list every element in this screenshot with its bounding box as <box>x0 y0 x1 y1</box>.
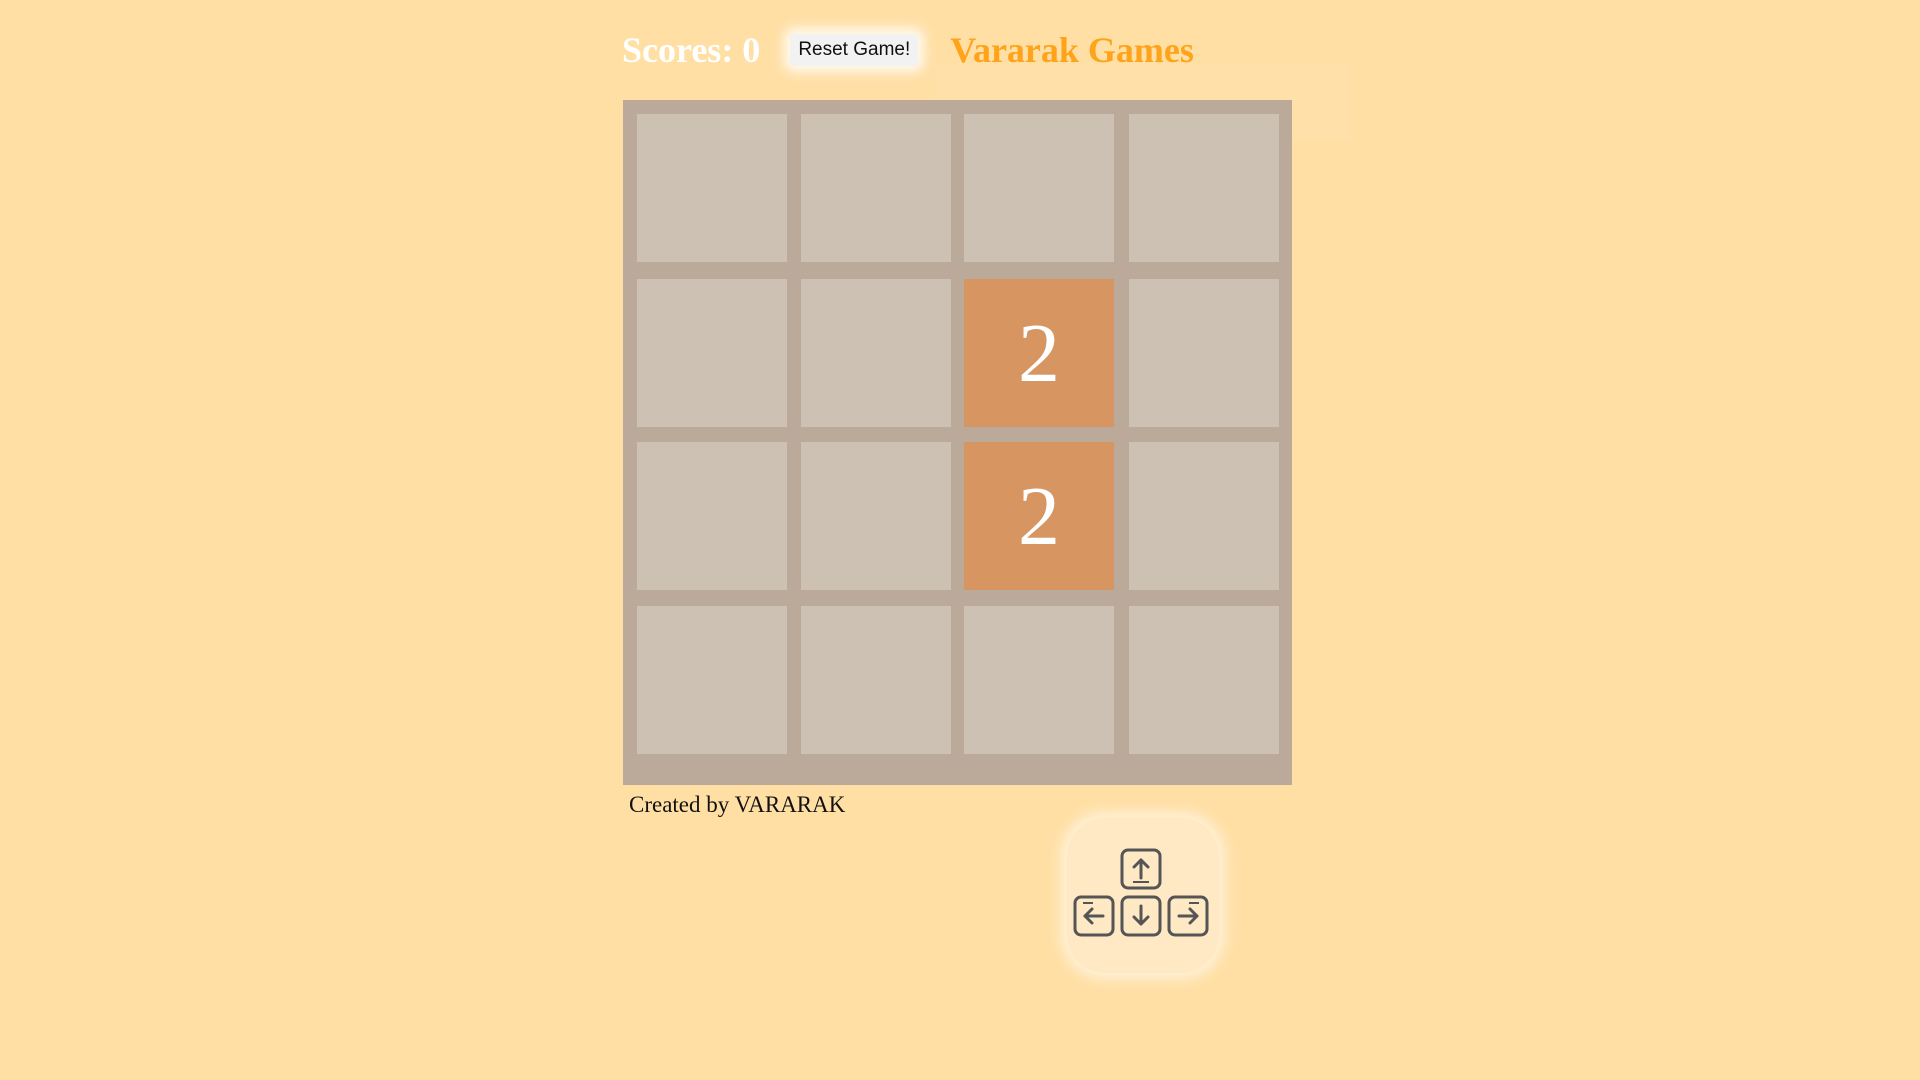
tile-r0-c0 <box>637 114 787 262</box>
game-board: 2 2 <box>623 100 1292 785</box>
tile-r2-c2: 2 <box>964 442 1114 590</box>
tile-r3-c0 <box>637 606 787 754</box>
tile-r3-c2 <box>964 606 1114 754</box>
tile-r1-c2: 2 <box>964 279 1114 427</box>
tile-r1-c1 <box>801 279 951 427</box>
arrow-left-key-icon[interactable] <box>1073 895 1115 937</box>
arrow-right-key-icon[interactable] <box>1167 895 1209 937</box>
arrow-down-key-icon[interactable] <box>1120 895 1162 937</box>
reset-game-button[interactable]: Reset Game! <box>790 34 919 66</box>
tile-r3-c3 <box>1129 606 1279 754</box>
tile-r0-c3 <box>1129 114 1279 262</box>
tile-r0-c2 <box>964 114 1114 262</box>
tile-r1-c0 <box>637 279 787 427</box>
tile-r3-c1 <box>801 606 951 754</box>
score-display: Scores: 0 <box>622 30 761 70</box>
brand-title: Vararak Games <box>950 30 1194 70</box>
arrow-up-key-icon[interactable] <box>1120 848 1162 890</box>
header: Scores: 0 Reset Game! Vararak Games <box>622 22 1194 78</box>
credit-text: Created by VARARAK <box>629 792 846 817</box>
tile-r2-c3 <box>1129 442 1279 590</box>
tile-r1-c3 <box>1129 279 1279 427</box>
arrow-keys-panel <box>1067 818 1219 973</box>
tile-r0-c1 <box>801 114 951 262</box>
tile-r2-c1 <box>801 442 951 590</box>
tile-r2-c0 <box>637 442 787 590</box>
